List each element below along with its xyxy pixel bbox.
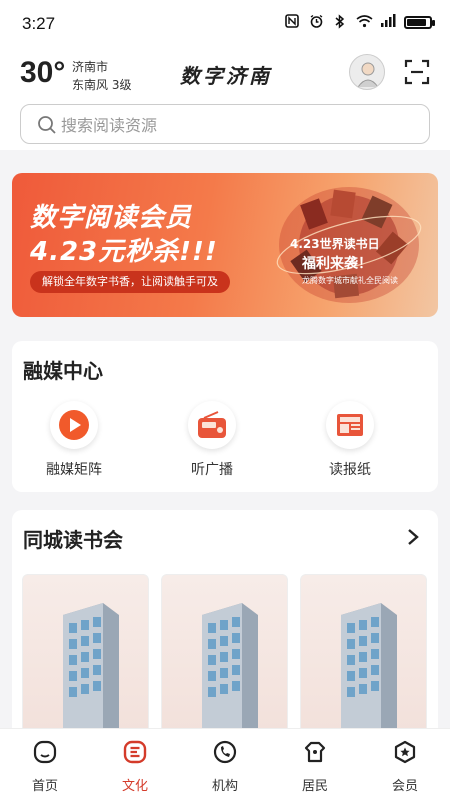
chevron-right-icon[interactable] [406,528,420,546]
header: 30° 济南市 东南风 3级 数字济南 搜索阅读资源 [0,48,450,150]
tab-home[interactable]: 首页 [0,729,90,800]
book-club-thumbnail[interactable] [300,574,427,744]
media-item-label: 融媒矩阵 [46,462,102,478]
member-star-icon [394,740,416,764]
building-image [63,603,119,740]
newspaper-icon [326,401,374,449]
app-logo-title: 数字济南 [180,64,272,88]
scan-button[interactable] [404,59,430,85]
wind-info: 东南风 3级 [72,78,132,92]
avatar[interactable] [349,54,385,90]
resident-icon [304,741,326,763]
media-item-label: 听广播 [191,462,233,478]
wifi-icon [356,14,373,30]
tab-residents[interactable]: 居民 [270,729,360,800]
tab-member[interactable]: 会员 [360,729,450,800]
building-image [341,603,397,740]
tab-culture[interactable]: 文化 [90,729,180,800]
tab-label: 机构 [211,779,238,794]
status-time: 3:27 [22,14,56,33]
tab-label: 文化 [121,779,148,794]
book-club-thumbnail[interactable] [161,574,288,744]
promo-banner[interactable]: 数字阅读会员 4.23元秒杀!!! 解锁全年数字书香，让阅读触手可及 4.23世… [12,173,438,317]
media-item-label: 读报纸 [329,462,371,478]
play-icon [50,401,98,449]
media-item-newspaper[interactable]: 读报纸 [300,401,400,479]
tab-label: 首页 [31,779,58,794]
scan-icon [404,59,430,85]
media-item-matrix[interactable]: 融媒矩阵 [24,401,124,479]
media-center-title: 融媒中心 [23,359,103,383]
status-bar: 3:27 [0,0,450,48]
radio-icon [188,401,236,449]
banner-tagline: 解锁全年数字书香，让阅读触手可及 [30,271,230,293]
search-icon [38,116,56,134]
bluetooth-icon [332,14,348,30]
phone-icon [213,740,237,764]
banner-badge-title: 4.23世界读书日 [290,237,380,251]
alarm-icon [308,14,324,30]
bottom-tab-bar: 首页 文化 机构 居民 会员 [0,728,450,800]
temperature: 30° [20,56,66,89]
book-club-thumbnail[interactable] [22,574,149,744]
culture-icon [123,740,147,764]
battery-icon [404,15,435,29]
banner-headline: 数字阅读会员 [30,203,193,233]
building-image [202,603,258,740]
tab-label: 居民 [301,779,328,794]
book-club-card: 同城读书会 [12,510,438,744]
banner-badge-subtitle: 福利来袭！ [302,256,372,272]
search-placeholder: 搜索阅读资源 [61,116,158,135]
book-club-title: 同城读书会 [23,528,123,552]
media-item-radio[interactable]: 听广播 [162,401,262,479]
tab-label: 会员 [391,779,418,794]
media-center-card: 融媒中心 融媒矩阵 听广播 读报纸 [12,341,438,492]
search-input[interactable]: 搜索阅读资源 [20,104,430,144]
nfc-icon [284,14,300,30]
status-icons [284,14,435,30]
banner-price: 4.23元秒杀!!! [30,237,218,267]
tab-institutions[interactable]: 机构 [180,729,270,800]
home-icon [33,740,57,764]
banner-badge-note: 龙腾数字城市献礼全民阅读 [302,276,398,285]
city-name: 济南市 [72,60,109,74]
signal-icon [380,14,396,30]
user-avatar-icon [357,62,379,88]
battery-level [407,18,426,26]
